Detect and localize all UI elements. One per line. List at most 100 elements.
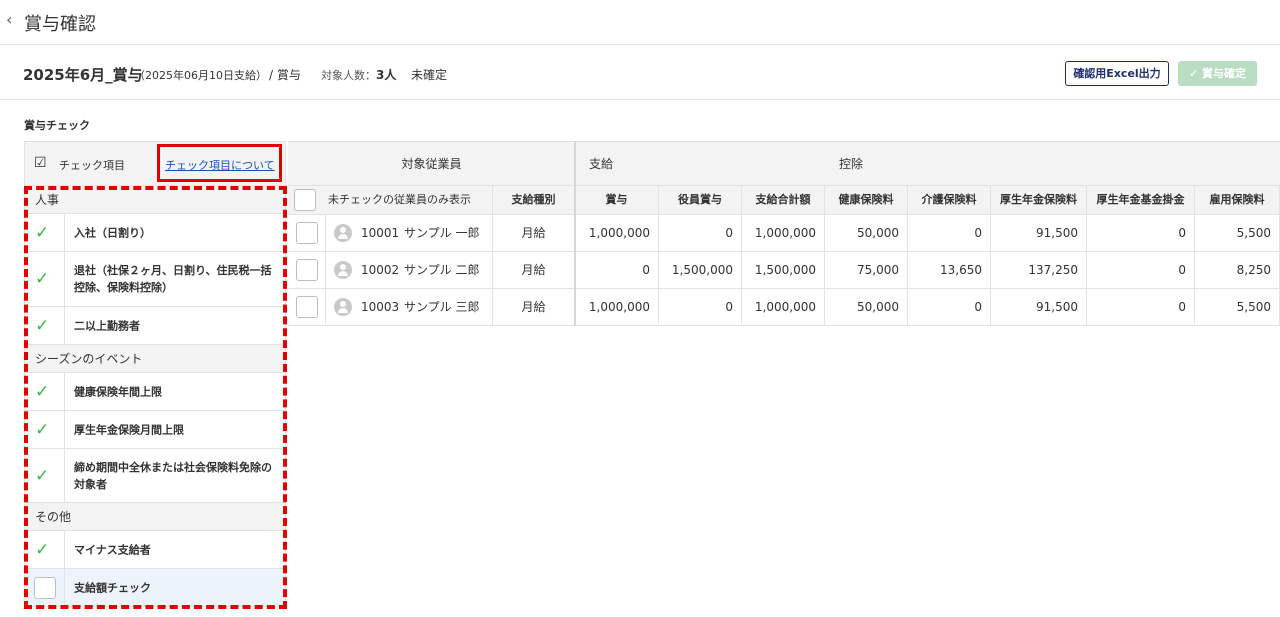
- avatar: [334, 224, 352, 242]
- row-checkbox[interactable]: [296, 222, 318, 244]
- target-count-value: 3人: [376, 68, 397, 82]
- total-cell: 1,500,000: [742, 252, 825, 289]
- check-item-label: 締め期間中全休または社会保険料免除の対象者: [74, 460, 272, 491]
- check-panel-title: チェック項目: [59, 159, 125, 172]
- pension-cell: 137,250: [991, 252, 1087, 289]
- care-cell: 13,650: [908, 252, 991, 289]
- total-cell: 1,000,000: [742, 215, 825, 252]
- avatar: [334, 298, 352, 316]
- employee-id: 10002: [361, 263, 400, 277]
- check-icon: ✓: [35, 222, 50, 243]
- col-pay-type: 支給種別: [493, 186, 575, 215]
- bonus-cell: 0: [575, 252, 659, 289]
- pay-type-cell: 月給: [493, 289, 575, 326]
- excel-export-button[interactable]: 確認用Excel出力: [1065, 61, 1169, 86]
- check-item-label: 厚生年金保険月間上限: [74, 423, 184, 436]
- check-icon: ✓: [35, 269, 50, 289]
- check-icon: ✓: [35, 381, 50, 402]
- pension-cell: 91,500: [991, 215, 1087, 252]
- check-item-label: 支給額チェック: [74, 581, 151, 594]
- bonus-kind: / 賞与: [269, 68, 301, 82]
- highlight-box: [157, 144, 282, 182]
- check-item[interactable]: ✓ 厚生年金保険月間上限: [24, 411, 286, 449]
- category-hr: 人事: [24, 186, 286, 214]
- bonus-cell: 1,000,000: [575, 215, 659, 252]
- employee-cell[interactable]: 10003 サンプル 三郎: [326, 289, 493, 326]
- bonus-name: 2025年6月_賞与: [23, 66, 143, 84]
- target-count-label: 対象人数：: [321, 69, 376, 82]
- care-cell: 0: [908, 289, 991, 326]
- pension-cell: 91,500: [991, 289, 1087, 326]
- category-season-events: シーズンのイベント: [24, 345, 286, 373]
- col-pension: 厚生年金保険料: [991, 186, 1087, 215]
- employment-cell: 8,250: [1195, 252, 1280, 289]
- confirm-bonus-button[interactable]: ✓ 賞与確定: [1178, 61, 1257, 86]
- employee-id: 10003: [361, 300, 400, 314]
- pension-fund-cell: 0: [1087, 252, 1195, 289]
- col-health: 健康保険料: [825, 186, 908, 215]
- bonus-summary-bar: 2025年6月_賞与 （2025年06月10日支給） / 賞与 対象人数： 3人…: [0, 46, 1280, 100]
- bonus-pay-date: （2025年06月10日支給）: [134, 69, 267, 82]
- group-separator: [574, 141, 576, 326]
- check-icon: ✓: [35, 465, 50, 486]
- group-header-deduction: 控除: [825, 141, 1280, 186]
- employee-cell[interactable]: 10002 サンプル 二郎: [326, 252, 493, 289]
- check-item-label: 二以上勤務者: [74, 319, 140, 332]
- employment-cell: 5,500: [1195, 289, 1280, 326]
- pension-fund-cell: 0: [1087, 289, 1195, 326]
- section-title: 賞与チェック: [24, 119, 90, 132]
- check-icon: ✓: [35, 315, 50, 336]
- pay-type-cell: 月給: [493, 215, 575, 252]
- care-cell: 0: [908, 215, 991, 252]
- health-cell: 75,000: [825, 252, 908, 289]
- check-item[interactable]: ✓ 二以上勤務者: [24, 307, 286, 345]
- check-item[interactable]: ✓ 締め期間中全休または社会保険料免除の対象者: [24, 449, 286, 503]
- check-item-label: マイナス支給者: [74, 543, 151, 556]
- top-bar: ‹ 賞与確認: [0, 0, 1280, 45]
- page-title: 賞与確認: [24, 14, 96, 35]
- group-header-employee: 対象従業員: [288, 141, 575, 186]
- officer-bonus-cell: 1,500,000: [659, 252, 742, 289]
- row-checkbox[interactable]: [296, 259, 318, 281]
- check-item[interactable]: ✓ 退社（社保２ヶ月、日割り、住民税一括控除、保険料控除）: [24, 252, 286, 307]
- employee-id: 10001: [361, 226, 400, 240]
- employee-name: サンプル 一郎: [404, 226, 480, 240]
- col-officer-bonus: 役員賞与: [659, 186, 742, 215]
- employee-cell[interactable]: 10001 サンプル 一郎: [326, 215, 493, 252]
- check-item-label: 入社（日割り）: [74, 226, 151, 239]
- check-item-label: 健康保険年間上限: [74, 385, 162, 398]
- pay-type-cell: 月給: [493, 252, 575, 289]
- filter-label: 未チェックの従業員のみ表示: [328, 193, 471, 206]
- checkbox[interactable]: [34, 576, 56, 599]
- row-select-cell: [288, 215, 326, 252]
- col-total: 支給合計額: [742, 186, 825, 215]
- check-item-panel: ☑ チェック項目 チェック項目について 人事 ✓ 入社（日割り） ✓ 退社（社保…: [24, 141, 286, 611]
- col-employment: 雇用保険料: [1195, 186, 1280, 215]
- col-bonus: 賞与: [575, 186, 659, 215]
- row-checkbox[interactable]: [296, 296, 318, 318]
- total-cell: 1,000,000: [742, 289, 825, 326]
- check-icon: ✓: [35, 539, 50, 560]
- check-item[interactable]: ✓ 入社（日割り）: [24, 214, 286, 252]
- row-select-cell: [288, 289, 326, 326]
- avatar: [334, 261, 352, 279]
- employee-name: サンプル 二郎: [404, 263, 480, 277]
- col-care: 介護保険料: [908, 186, 991, 215]
- health-cell: 50,000: [825, 289, 908, 326]
- col-pension-fund: 厚生年金基金掛金: [1087, 186, 1195, 215]
- employee-name: サンプル 三郎: [404, 300, 480, 314]
- check-item-selected[interactable]: 支給額チェック: [24, 569, 286, 607]
- group-header-payment: 支給: [575, 141, 825, 186]
- officer-bonus-cell: 0: [659, 215, 742, 252]
- check-item[interactable]: ✓ 健康保険年間上限: [24, 373, 286, 411]
- chevron-left-icon[interactable]: ‹: [6, 10, 12, 29]
- category-other: その他: [24, 503, 286, 531]
- check-item-label: 退社（社保２ヶ月、日割り、住民税一括控除、保険料控除）: [74, 264, 272, 294]
- filter-header: 未チェックの従業員のみ表示: [288, 186, 493, 215]
- check-item[interactable]: ✓ マイナス支給者: [24, 531, 286, 569]
- filter-unchecked-checkbox[interactable]: [294, 189, 316, 211]
- health-cell: 50,000: [825, 215, 908, 252]
- check-panel-header: ☑ チェック項目 チェック項目について: [24, 141, 286, 186]
- row-select-cell: [288, 252, 326, 289]
- employment-cell: 5,500: [1195, 215, 1280, 252]
